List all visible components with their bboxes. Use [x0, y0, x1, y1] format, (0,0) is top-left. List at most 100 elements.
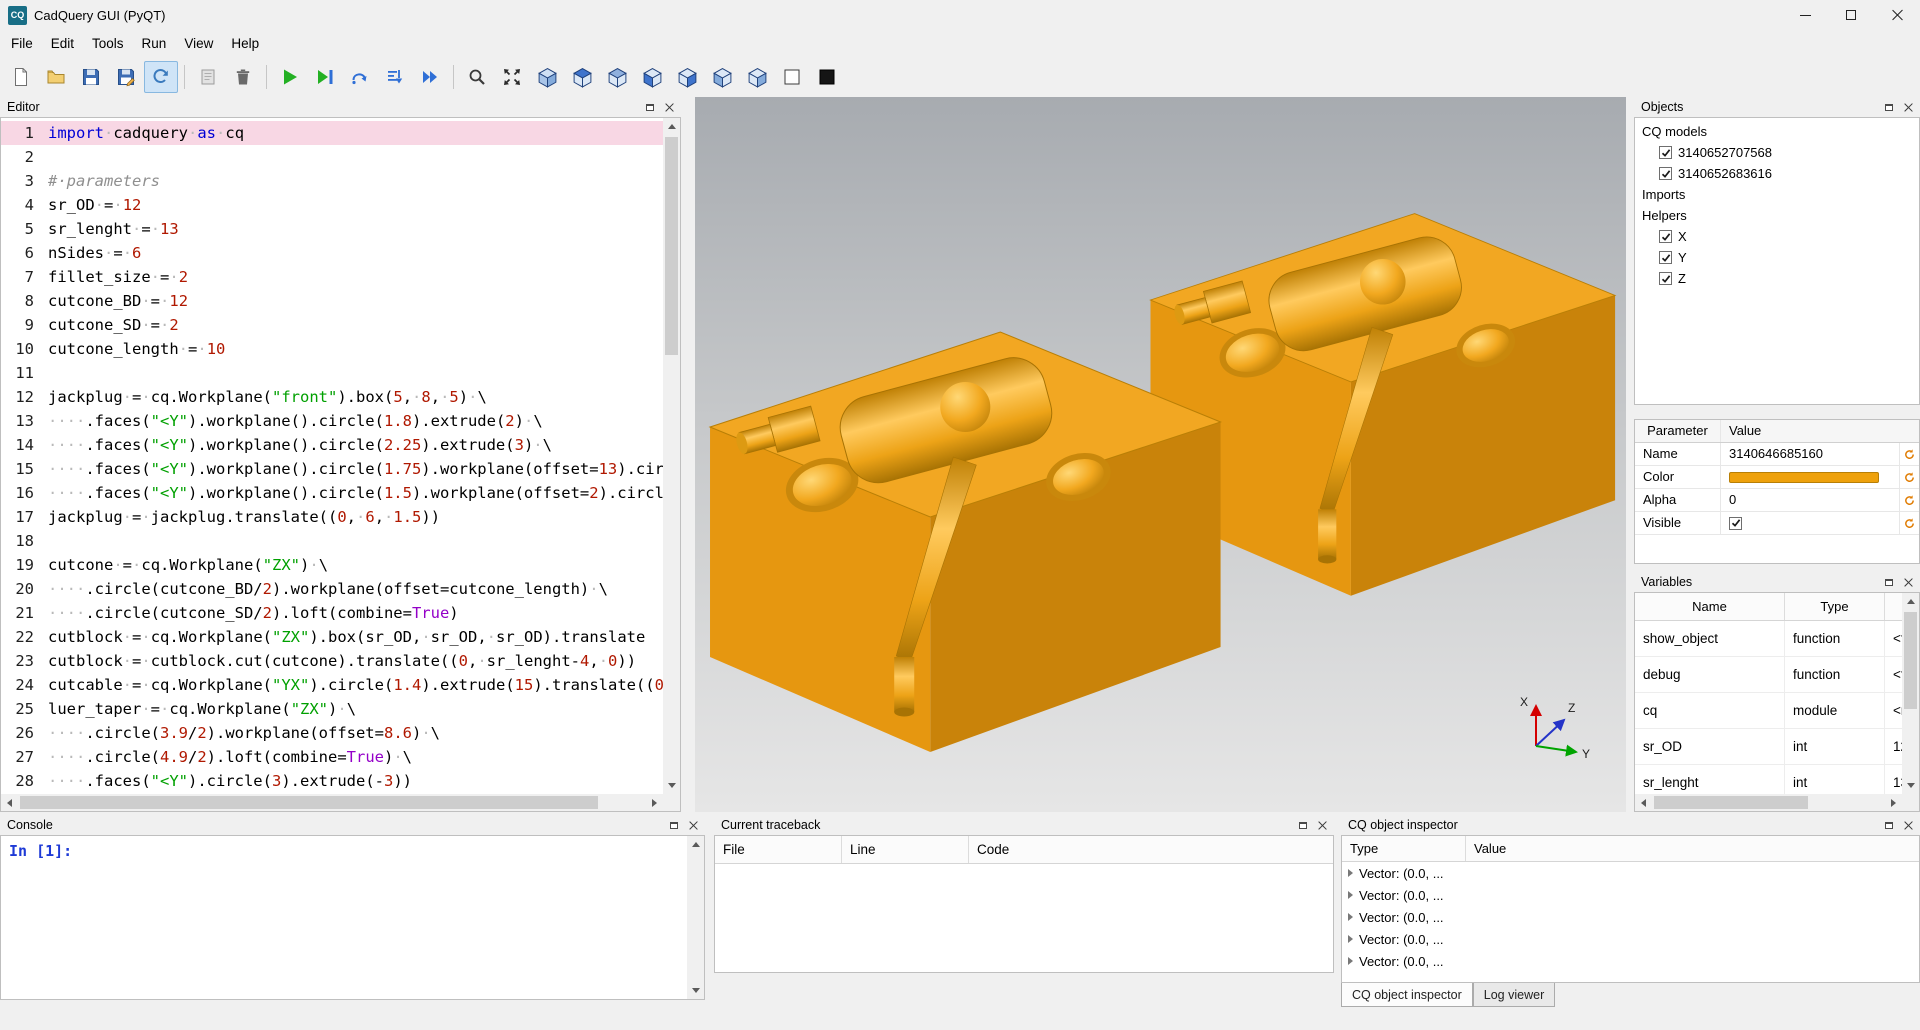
scrollbar-track[interactable] [663, 135, 680, 777]
code-line-6[interactable]: nSides·=·6 [43, 241, 663, 265]
scroll-up-button[interactable] [663, 118, 680, 135]
param-value[interactable]: 0 [1721, 489, 1899, 511]
code-line-13[interactable]: ····.faces("<Y").workplane().circle(1.8)… [43, 409, 663, 433]
expand-icon[interactable] [1348, 869, 1353, 877]
expand-icon[interactable] [1348, 913, 1353, 921]
save-button[interactable] [74, 61, 108, 93]
left-view-button[interactable] [705, 61, 739, 93]
code-line-8[interactable]: cutcone_BD·=·12 [43, 289, 663, 313]
viewport-3d[interactable]: X Z Y [695, 97, 1626, 812]
autoreload-button[interactable] [144, 61, 178, 93]
debug-button[interactable] [308, 61, 342, 93]
console-vscrollbar[interactable] [687, 836, 704, 999]
menu-run[interactable]: Run [133, 33, 176, 54]
code-line-17[interactable]: jackplug·=·jackplug.translate((0,·6,·1.5… [43, 505, 663, 529]
inspector-row[interactable]: Vector: (0.0, ... [1342, 928, 1919, 950]
tab-log-viewer[interactable]: Log viewer [1473, 983, 1555, 1007]
inspector-row[interactable]: Vector: (0.0, ... [1342, 906, 1919, 928]
variable-row-sr-od[interactable]: sr_ODint12 [1635, 729, 1902, 765]
minimize-button[interactable] [1782, 0, 1828, 30]
code-line-26[interactable]: ····.circle(3.9/2).workplane(offset=8.6)… [43, 721, 663, 745]
cad-model[interactable] [695, 97, 1626, 812]
bottom-view-button[interactable] [600, 61, 634, 93]
scrollbar-track[interactable] [1902, 610, 1919, 777]
code-line-9[interactable]: cutcone_SD·=·2 [43, 313, 663, 337]
console-close-button[interactable] [685, 818, 702, 833]
scrollbar-thumb[interactable] [20, 796, 598, 809]
menu-edit[interactable]: Edit [42, 33, 83, 54]
code-line-1[interactable]: import·cadquery·as·cq [43, 121, 663, 145]
scrollbar-track[interactable] [18, 794, 646, 811]
menu-tools[interactable]: Tools [83, 33, 133, 54]
editor-float-button[interactable] [641, 100, 658, 115]
save-as-button[interactable] [109, 61, 143, 93]
code-line-25[interactable]: luer_taper·=·cq.Workplane("ZX")·\ [43, 697, 663, 721]
checkbox[interactable] [1659, 272, 1672, 285]
console-content[interactable]: In [1]: [0, 835, 705, 1000]
tree-item-cq-models[interactable]: CQ models [1635, 121, 1919, 142]
variable-row-cq[interactable]: cqmodule<m [1635, 693, 1902, 729]
front-view-button[interactable] [635, 61, 669, 93]
code-line-18[interactable] [43, 529, 663, 553]
scroll-down-button[interactable] [687, 982, 704, 999]
reset-icon[interactable] [1899, 443, 1919, 465]
scroll-up-button[interactable] [687, 836, 704, 853]
code-line-20[interactable]: ····.circle(cutcone_BD/2).workplane(offs… [43, 577, 663, 601]
checkbox[interactable] [1659, 167, 1672, 180]
scroll-right-button[interactable] [1885, 794, 1902, 811]
editor-vscrollbar[interactable] [663, 118, 680, 794]
shaded-button[interactable] [810, 61, 844, 93]
code-line-23[interactable]: cutblock·=·cutblock.cut(cutcone).transla… [43, 649, 663, 673]
objects-close-button[interactable] [1900, 100, 1917, 115]
editor-code[interactable]: import·cadquery·as·cq#·parameterssr_OD·=… [43, 118, 663, 811]
tree-item-3140652683616[interactable]: 3140652683616 [1635, 163, 1919, 184]
code-line-19[interactable]: cutcone·=·cq.Workplane("ZX")·\ [43, 553, 663, 577]
scrollbar-track[interactable] [687, 853, 704, 982]
checkbox[interactable] [1659, 146, 1672, 159]
variables-hscrollbar[interactable] [1635, 794, 1902, 811]
variable-row-debug[interactable]: debugfunction<f [1635, 657, 1902, 693]
scroll-right-button[interactable] [646, 794, 663, 811]
param-value[interactable] [1721, 466, 1899, 488]
wireframe-button[interactable] [775, 61, 809, 93]
tree-item-x[interactable]: X [1635, 226, 1919, 247]
reset-icon[interactable] [1899, 489, 1919, 511]
expand-icon[interactable] [1348, 957, 1353, 965]
inspector-row[interactable]: Vector: (0.0, ... [1342, 884, 1919, 906]
right-view-button[interactable] [740, 61, 774, 93]
checkbox[interactable] [1659, 230, 1672, 243]
menu-file[interactable]: File [2, 33, 42, 54]
variables-vscrollbar[interactable] [1902, 593, 1919, 794]
code-line-27[interactable]: ····.circle(4.9/2).loft(combine=True)·\ [43, 745, 663, 769]
console-float-button[interactable] [665, 818, 682, 833]
param-value[interactable]: 3140646685160 [1721, 443, 1899, 465]
fit-all-button[interactable] [495, 61, 529, 93]
code-line-3[interactable]: #·parameters [43, 169, 663, 193]
expand-icon[interactable] [1348, 891, 1353, 899]
objects-float-button[interactable] [1880, 100, 1897, 115]
maximize-button[interactable] [1828, 0, 1874, 30]
scroll-down-button[interactable] [663, 777, 680, 794]
expand-icon[interactable] [1348, 935, 1353, 943]
reset-icon[interactable] [1899, 466, 1919, 488]
code-line-21[interactable]: ····.circle(cutcone_SD/2).loft(combine=T… [43, 601, 663, 625]
scrollbar-thumb[interactable] [1654, 796, 1808, 809]
code-line-14[interactable]: ····.faces("<Y").workplane().circle(2.25… [43, 433, 663, 457]
reset-icon[interactable] [1899, 512, 1919, 534]
delete-all-button[interactable] [226, 61, 260, 93]
scroll-left-button[interactable] [1, 794, 18, 811]
top-view-button[interactable] [565, 61, 599, 93]
code-line-12[interactable]: jackplug·=·cq.Workplane("front").box(5,·… [43, 385, 663, 409]
code-line-10[interactable]: cutcone_length·=·10 [43, 337, 663, 361]
code-line-7[interactable]: fillet_size·=·2 [43, 265, 663, 289]
code-line-5[interactable]: sr_lenght·=·13 [43, 217, 663, 241]
inspector-close-button[interactable] [1900, 818, 1917, 833]
variables-float-button[interactable] [1880, 575, 1897, 590]
traceback-float-button[interactable] [1294, 818, 1311, 833]
delete-object-button[interactable] [191, 61, 225, 93]
scrollbar-track[interactable] [1652, 794, 1885, 811]
close-button[interactable] [1874, 0, 1920, 30]
editor-close-button[interactable] [661, 100, 678, 115]
param-value[interactable] [1721, 512, 1899, 534]
editor-hscrollbar[interactable] [1, 794, 663, 811]
